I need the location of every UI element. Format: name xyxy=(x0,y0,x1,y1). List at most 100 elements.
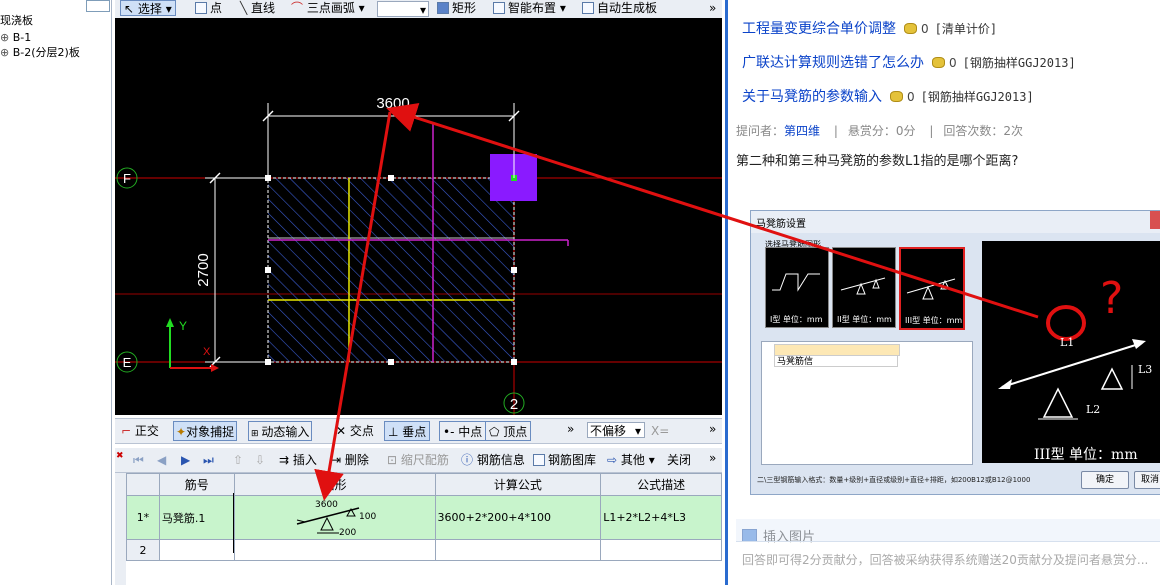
dialog-table-cell: 马凳筋信 xyxy=(774,355,898,367)
table-header-row: 筋号 图形 计算公式 公式描述 xyxy=(126,473,722,496)
cell-formula[interactable] xyxy=(434,539,602,561)
answer-textarea[interactable]: 回答即可得2分贡献分，回答被采纳获得系统赠送20贡献分及提问者悬赏分... xyxy=(742,551,1148,568)
axis-label-2: 2 xyxy=(510,396,518,413)
object-snap-button[interactable]: ✦对象捕捉 xyxy=(173,421,238,441)
close-button[interactable]: 关闭 xyxy=(667,452,691,468)
smart-layout-icon xyxy=(493,2,505,14)
big-l2-label: L2 xyxy=(1086,403,1100,416)
ortho-icon: ⌐ xyxy=(121,424,135,438)
table-row[interactable]: 1* 马凳筋.1 3600 100 200 3600+2*200+4*100 L… xyxy=(126,495,722,540)
library-icon xyxy=(533,454,545,466)
question-link-3[interactable]: 关于马凳筋的参数输入 0 [钢筋抽样GGJ2013] xyxy=(742,86,1034,106)
snap-more-button-2[interactable]: » xyxy=(709,421,716,437)
question-link-1[interactable]: 工程量变更综合单价调整 0 [清单计价] xyxy=(742,18,997,38)
tree-item-b1[interactable]: ⊕ B-1 xyxy=(0,30,31,45)
move-up-icon[interactable]: ⇧ xyxy=(233,452,243,468)
other-icon: ⇨ xyxy=(607,453,621,467)
arc-icon: ⌒ xyxy=(291,1,307,15)
asker-link[interactable]: 第四维 xyxy=(784,124,820,138)
x-coordinate-field[interactable]: X= xyxy=(651,423,669,439)
row-number: 2 xyxy=(126,539,160,561)
shape-label-right: 100 xyxy=(359,512,376,522)
big-l3-label: L3 xyxy=(1138,363,1152,376)
vertex-button[interactable]: ⬠ 顶点 xyxy=(485,421,532,441)
move-down-icon[interactable]: ⇩ xyxy=(255,452,265,468)
draw-toolbar: ↖ 选择 ▾ 点 ╲ 直线 ⌒ 三点画弧 ▾ ▾ 矩形 智能布置 ▾ 自动生成板… xyxy=(115,0,722,19)
question-link-2[interactable]: 广联达计算规则选错了怎么办 0 [钢筋抽样GGJ2013] xyxy=(742,52,1076,72)
ortho-button[interactable]: ⌐ 正交 xyxy=(121,423,159,439)
dim-label-v: 2700 xyxy=(195,253,212,286)
rebar-library-button[interactable]: 钢筋图库 xyxy=(533,452,596,468)
midpoint-button[interactable]: •- 中点 xyxy=(439,421,487,441)
other-menu-button[interactable]: ⇨ 其他 ▾ xyxy=(607,452,655,468)
column-header[interactable]: 筋号 xyxy=(158,473,235,496)
cursor-icon: ↖ xyxy=(124,2,138,16)
grid-icon xyxy=(582,2,594,14)
ucs-x-label: X xyxy=(203,346,211,358)
cell-description[interactable] xyxy=(600,539,722,561)
layer-tree: 现浇板 ⊕ B-1 ⊕ B-2(分层2)板 xyxy=(0,0,112,585)
dynamic-input-button[interactable]: ⊞ 动态输入 xyxy=(248,421,313,441)
snap-toolbar: ⌐ 正交 ✦对象捕捉 ⊞ 动态输入 ✕ 交点 ⊥ 垂点 •- 中点 ⬠ 顶点 »… xyxy=(115,418,722,444)
cursor-column-line xyxy=(233,493,234,553)
arc-button[interactable]: ⌒ 三点画弧 ▾ xyxy=(291,0,365,16)
cell-name[interactable]: 马凳筋.1 xyxy=(158,495,235,540)
rebar-info-button[interactable]: ⓘ 钢筋信息 xyxy=(461,452,525,468)
perpendicular-button[interactable]: ⊥ 垂点 xyxy=(384,421,431,441)
dialog-table: 马凳筋信 xyxy=(761,341,973,465)
dialog-ok-button: 确定 xyxy=(1081,471,1129,489)
close-panel-icon[interactable]: ✖ xyxy=(116,448,124,464)
table-row[interactable]: 2 xyxy=(126,539,722,561)
cell-description[interactable]: L1+2*L2+4*L3 xyxy=(600,495,722,540)
rebar-table: 筋号 图形 计算公式 公式描述 1* 马凳筋.1 3600 100 200 36… xyxy=(126,473,722,585)
arc-mode-select[interactable]: ▾ xyxy=(377,1,429,17)
rebar-toolbar: ✖ ⏮ ◀ ▶ ⏭ ⇧ ⇩ ⇉ 插入 ⇥ 删除 ⊡ 缩尺配筋 ⓘ 钢筋信息 钢筋… xyxy=(115,448,722,473)
select-button[interactable]: ↖ 选择 ▾ xyxy=(120,0,176,16)
scale-rebar-button[interactable]: ⊡ 缩尺配筋 xyxy=(387,452,449,468)
rebar-more-button[interactable]: » xyxy=(709,450,716,466)
cell-name[interactable] xyxy=(158,539,235,561)
dialog-title: 马凳筋设置 xyxy=(756,219,806,230)
rect-button[interactable]: 矩形 xyxy=(437,0,476,16)
grid-gutter xyxy=(115,473,126,585)
column-header[interactable]: 计算公式 xyxy=(434,473,602,496)
next-record-icon[interactable]: ▶ xyxy=(181,452,190,468)
shape-label-top: 3600 xyxy=(315,500,338,510)
offset-select[interactable]: 不偏移 ▾ xyxy=(587,422,645,438)
intersection-button[interactable]: ✕ 交点 xyxy=(336,423,374,439)
toolbar-more-button[interactable]: » xyxy=(709,0,716,16)
point-button[interactable]: 点 xyxy=(195,0,222,16)
first-record-icon[interactable]: ⏮ xyxy=(133,452,144,468)
tree-item-slab[interactable]: 现浇板 xyxy=(0,13,33,28)
tree-item-b2[interactable]: ⊕ B-2(分层2)板 xyxy=(0,45,80,60)
dynamic-input-icon: ⊞ xyxy=(251,429,262,439)
question-meta: 提问者：第四维 | 悬赏分：0分 | 回答次数：2次 xyxy=(736,124,1024,138)
shape-label-bottom: 200 xyxy=(339,528,356,536)
row-header-corner xyxy=(126,473,160,496)
tree-search-button[interactable] xyxy=(86,0,110,12)
delete-button[interactable]: ⇥ 删除 xyxy=(331,452,369,468)
scale-icon: ⊡ xyxy=(387,453,401,467)
type3-large-diagram: L1 L2 L3 ? III型 单位：mm xyxy=(982,241,1160,463)
cell-shape[interactable]: 3600 100 200 xyxy=(233,495,436,540)
prev-record-icon[interactable]: ◀ xyxy=(157,452,166,468)
snap-more-button[interactable]: » xyxy=(567,421,574,437)
cell-shape[interactable] xyxy=(233,539,436,561)
column-header[interactable]: 公式描述 xyxy=(600,473,722,496)
column-header[interactable]: 图形 xyxy=(233,473,436,496)
tree-item-label: B-1 xyxy=(12,31,32,44)
type1-thumbnail: I型 单位：mm xyxy=(765,247,829,328)
coin-icon xyxy=(904,23,917,34)
row-number: 1* xyxy=(126,495,160,540)
drawing-canvas[interactable]: 3600 2700 F E 2 Y X xyxy=(115,18,722,415)
dialog-titlebar: 马凳筋设置 xyxy=(751,211,1160,233)
smart-layout-button[interactable]: 智能布置 ▾ xyxy=(493,0,566,16)
cell-formula[interactable]: 3600+2*200+4*100 xyxy=(434,495,602,540)
tree-item-label: 现浇板 xyxy=(0,14,33,27)
last-record-icon[interactable]: ⏭ xyxy=(203,452,214,468)
type3-thumbnail: III型 单位：mm xyxy=(899,247,965,330)
coin-icon xyxy=(890,91,903,102)
insert-button[interactable]: ⇉ 插入 xyxy=(279,452,317,468)
line-button[interactable]: ╲ 直线 xyxy=(240,0,275,16)
auto-generate-button[interactable]: 自动生成板 xyxy=(582,0,657,16)
